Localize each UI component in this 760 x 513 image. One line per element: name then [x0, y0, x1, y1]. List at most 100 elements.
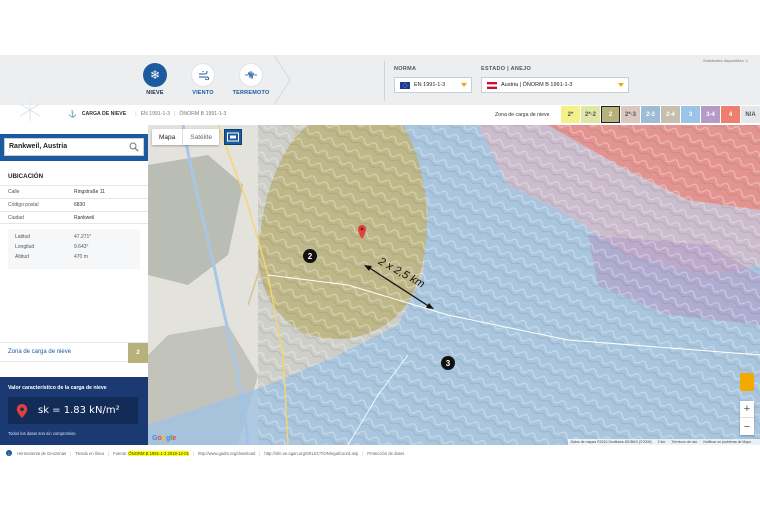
- search-value: Rankweil, Austria: [9, 143, 68, 150]
- footer-source-label: Fuente:: [113, 450, 128, 456]
- zone-2-marker: 2: [303, 249, 317, 263]
- snow-zone-badge: 2: [128, 343, 148, 363]
- footer-separator: |: [70, 450, 72, 456]
- search-input[interactable]: Rankweil, Austria: [4, 138, 144, 156]
- coord-value: 9.643°: [74, 244, 89, 250]
- header-bar: ❄ NIEVE VIENTO TERREMOTO NORMA EN 1991-1…: [0, 55, 760, 105]
- chevron-down-icon: [618, 83, 624, 87]
- info-icon: i: [6, 450, 12, 456]
- legend-zone[interactable]: 2*-3: [621, 106, 640, 123]
- address-row: Calle Ringstraße 11: [0, 185, 148, 198]
- legend-zone[interactable]: 4: [721, 106, 740, 123]
- legend-zone[interactable]: 2: [601, 106, 620, 123]
- search-icon[interactable]: [129, 142, 139, 152]
- coord-value: 47.271°: [74, 234, 92, 240]
- result-panel: Valor característico de la carga de niev…: [0, 377, 148, 445]
- divider: [384, 61, 385, 101]
- legend-zone[interactable]: N/A: [741, 106, 760, 123]
- footer-link[interactable]: Herramienta de Geozonas: [17, 451, 66, 456]
- legend-zone[interactable]: 3: [681, 106, 700, 123]
- coord-row: Longitud 9.643°: [15, 242, 140, 252]
- address-key: Calle: [8, 189, 20, 195]
- coord-key: Altitud: [15, 254, 29, 260]
- coord-key: Longitud: [15, 244, 35, 250]
- map-type-map-button[interactable]: Mapa: [152, 129, 182, 145]
- footer-separator: |: [107, 450, 110, 456]
- scale-label: 2 km: [657, 440, 666, 444]
- snow-zone-row: Zona de carga de nieve 2: [0, 342, 148, 363]
- footer-link[interactable]: Tienda en línea: [75, 451, 104, 456]
- map-attribution: Datos de mapas ©2019 GeoBasis-DE/BKG (©2…: [567, 439, 760, 445]
- estado-select[interactable]: Austria | ÖNORM B 1991-1-3: [481, 77, 629, 93]
- footer-link[interactable]: http://www.gadm.org/download: [198, 451, 255, 456]
- street-view-pegman-icon[interactable]: [740, 373, 754, 391]
- austria-flag-icon: [487, 81, 497, 89]
- norma-label: NORMA: [394, 66, 417, 72]
- layers-button[interactable]: [224, 129, 242, 145]
- coordinates-box: Latitud 47.271° Longitud 9.643° Altitud 470…: [8, 229, 140, 269]
- snowflake-watermark-icon: [19, 99, 41, 121]
- coord-row: Altitud 470 m: [15, 252, 140, 262]
- hazard-tab-wind[interactable]: VIENTO: [183, 63, 223, 96]
- breadcrumb-current: CARGA DE NIEVE: [81, 111, 127, 117]
- footer-link[interactable]: http://info.ve.ogan.org/SELECTION/egalCo…: [264, 451, 358, 456]
- coord-value: 470 m: [74, 254, 88, 260]
- address-row: Código postal 6830: [0, 198, 148, 211]
- snowflake-icon: ❄: [143, 63, 167, 87]
- zoom-out-button[interactable]: −: [740, 418, 754, 435]
- address-table: Calle Ringstraße 11 Código postal 6830 Ciu…: [0, 185, 148, 224]
- footer-link[interactable]: Protección de datos: [367, 451, 404, 456]
- legend-title: Zona de carga de nieve: [495, 112, 550, 118]
- legend-zone[interactable]: 2-4: [661, 106, 680, 123]
- requests-available: Solicitudes disponibles: 1: [703, 58, 748, 63]
- address-value: Ringstraße 11: [74, 189, 106, 195]
- norma-value: EN 1991-1-3: [414, 82, 446, 88]
- breadcrumb-separator: |: [173, 111, 176, 117]
- attribution-text: Datos de mapas ©2019 GeoBasis-DE/BKG (©2…: [570, 440, 652, 444]
- legend-zone[interactable]: 2-3: [641, 106, 660, 123]
- zone-3-marker: 3: [441, 356, 455, 370]
- map-type-control: Mapa Satélite: [152, 129, 219, 145]
- page: ❄ NIEVE VIENTO TERREMOTO NORMA EN 1991-1…: [0, 0, 760, 513]
- result-title: Valor característico de la carga de niev…: [8, 385, 107, 391]
- result-box: sk = 1.83 kN/m²: [8, 397, 138, 424]
- snow-load-value: sk = 1.83 kN/m²: [38, 405, 120, 416]
- address-key: Ciudad: [8, 214, 24, 221]
- breadcrumb-separator: |: [135, 111, 137, 117]
- search-bar: Rankweil, Austria: [0, 134, 148, 161]
- left-panel: Rankweil, Austria UBICACIÓN Calle Ringstr…: [0, 125, 148, 445]
- map-type-satellite-button[interactable]: Satélite: [182, 129, 219, 145]
- address-row: Ciudad Rankweil: [0, 211, 148, 224]
- legend-zone[interactable]: 3-4: [701, 106, 720, 123]
- hazard-tab-label: TERREMOTO: [232, 90, 270, 96]
- footer-separator: |: [362, 450, 364, 456]
- location-section-title: UBICACIÓN: [8, 173, 44, 180]
- map-pin-icon: [16, 403, 28, 418]
- hazard-tab-label: NIEVE: [146, 90, 164, 96]
- footer-separator: |: [192, 450, 195, 456]
- google-logo: Google: [152, 435, 177, 442]
- legend-zone[interactable]: 2*: [561, 106, 580, 123]
- estado-label: ESTADO | ANEJO: [481, 66, 532, 72]
- hazard-tab-label: VIENTO: [192, 90, 214, 96]
- footer: i Herramienta de Geozonas | Tienda en lí…: [0, 448, 760, 458]
- layers-icon: [227, 132, 239, 142]
- map-view[interactable]: Mapa Satélite 2 3 2 x 2,5 km + − Google …: [148, 125, 760, 445]
- footer-source-highlight: ÖNORM B 1991-1-3 2018-12-01: [128, 450, 189, 456]
- wind-icon: [191, 63, 215, 87]
- snow-zone-legend: 2* 2*-2 2 2*-3 2-3 2-4 3 3-4 4 N/A: [561, 106, 760, 123]
- norma-select[interactable]: EN 1991-1-3: [394, 77, 472, 93]
- breadcrumb-item[interactable]: ÖNORM B 1991-1-3: [179, 111, 226, 117]
- zoom-in-button[interactable]: +: [740, 401, 754, 418]
- legend-zone[interactable]: 2*-2: [581, 106, 600, 123]
- report-problem-link[interactable]: Notificar un problema de Maps: [703, 440, 751, 444]
- hazard-tab-earthquake[interactable]: TERREMOTO: [231, 63, 271, 96]
- terms-link[interactable]: Términos de uso: [671, 440, 697, 444]
- map-canvas: [148, 125, 760, 445]
- snow-zone-label: Zona de carga de nieve: [8, 349, 72, 355]
- address-value: Rankweil: [74, 214, 95, 221]
- anchor-icon: ⚓: [68, 111, 77, 118]
- seismograph-icon: [239, 63, 263, 87]
- hazard-tab-snow[interactable]: ❄ NIEVE: [135, 63, 175, 96]
- breadcrumb-item[interactable]: EN 1991-1-3: [141, 111, 170, 117]
